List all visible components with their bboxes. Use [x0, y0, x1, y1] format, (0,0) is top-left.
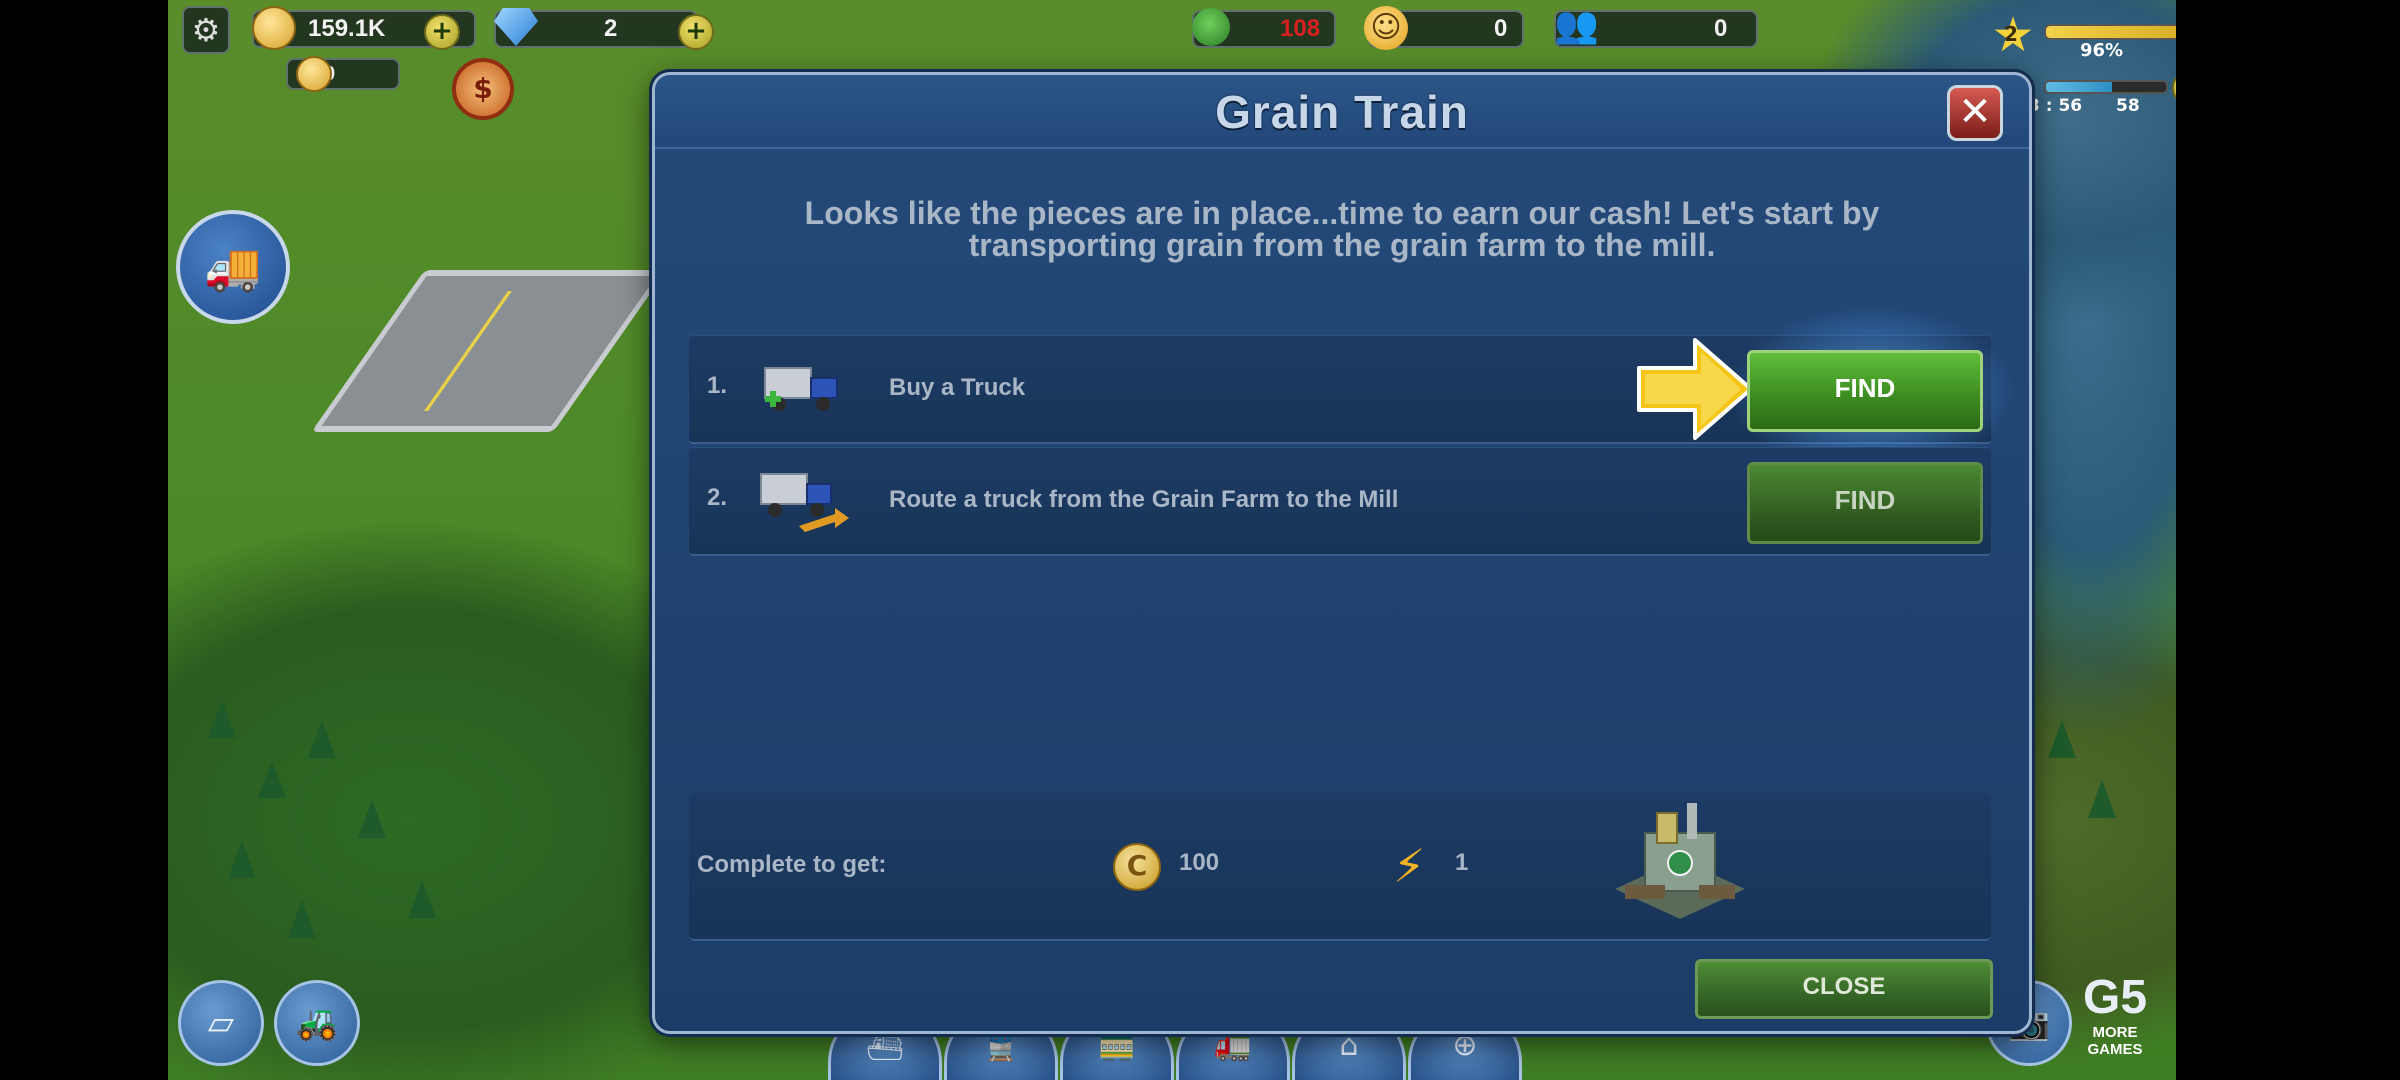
truck-plus-icon [764, 367, 838, 411]
xp-percent: 96% [2080, 40, 2124, 61]
energy-timer: 3 : 56 [2028, 96, 2083, 116]
task-row-1: 1. Buy a Truck FIND [689, 306, 2017, 476]
xp-bar [2044, 24, 2176, 40]
coin-stack-icon [296, 56, 332, 92]
reward-coins-value: 100 [1179, 849, 1220, 876]
tutorial-arrow-icon [1637, 338, 1753, 440]
tree [258, 760, 286, 798]
reward-energy-value: 1 [1455, 849, 1469, 876]
tree [288, 900, 316, 938]
smiley-face-icon: ☺ [1364, 6, 1408, 50]
quest-dialog: Grain Train ✕ Looks like the pieces are … [652, 72, 2032, 1034]
xp-bar-fill [2046, 26, 2176, 38]
energy-value: 58 [2116, 96, 2140, 116]
tree [408, 880, 436, 918]
population-value: 0 [1714, 15, 1728, 42]
level-number: 2 [2004, 22, 2018, 46]
tree [2088, 780, 2116, 818]
truck-route-icon [760, 473, 849, 532]
ecology-tree-icon [1192, 8, 1230, 46]
happiness-value: 0 [1494, 15, 1508, 42]
find-button-1[interactable]: FIND [1747, 350, 1983, 432]
road-build-button[interactable]: ▱ [178, 980, 264, 1066]
population-people-icon: 👥 [1554, 5, 1599, 46]
tree [208, 700, 236, 738]
reward-energy-icon: ⚡ [1393, 839, 1426, 893]
reward-coin-icon: C [1113, 843, 1161, 891]
close-button[interactable]: CLOSE [1695, 959, 1993, 1019]
dialog-title: Grain Train [1215, 86, 1469, 138]
truck-quest-button[interactable]: 🚚 [176, 210, 290, 324]
settings-gear-icon[interactable]: ⚙ [182, 6, 230, 54]
coins-value: 159.1K [308, 15, 386, 42]
add-gems-button[interactable]: + [678, 14, 714, 50]
reward-label: Complete to get: [697, 851, 887, 878]
energy-bar-fill [2046, 82, 2112, 92]
task-label: Route a truck from the Grain Farm to the… [889, 486, 1399, 513]
task-number: 2. [707, 484, 728, 511]
more-games-button[interactable]: G5 MORE GAMES [2070, 972, 2160, 1072]
tree [2048, 720, 2076, 758]
dialog-description: Looks like the pieces are in place...tim… [804, 195, 1880, 263]
task-number: 1. [707, 372, 728, 399]
ecology-value: 108 [1280, 15, 1321, 42]
g5-logo: G5 [2082, 971, 2148, 1024]
tree [358, 800, 386, 838]
gems-value: 2 [604, 15, 618, 42]
quest-medal-icon[interactable]: $ [452, 58, 514, 120]
energy-bar [2044, 80, 2168, 94]
road-tile [311, 270, 667, 432]
game-map[interactable]: ⚙ 159.1K + 0 2 + 108 0 ☺ 0 👥 ★ 2 96% ⚡ 3… [168, 0, 2176, 1080]
task-row-2: 2. Route a truck from the Grain Farm to … [689, 447, 1991, 556]
add-coins-button[interactable]: + [424, 14, 460, 50]
close-x-button[interactable]: ✕ [1947, 85, 2003, 141]
reward-panel: Complete to get: C 100 ⚡ 1 [689, 793, 1991, 941]
coins-icon [252, 6, 296, 50]
bulldozer-button[interactable]: 🚜 [274, 980, 360, 1066]
tree [228, 840, 256, 878]
task-label: Buy a Truck [889, 374, 1026, 401]
find-button-2[interactable]: FIND [1747, 462, 1983, 544]
more-games-label: MORE GAMES [2087, 1024, 2143, 1058]
dialog-header: Grain Train ✕ [655, 75, 2029, 149]
tree [308, 720, 336, 758]
add-energy-button[interactable]: + [2172, 70, 2176, 106]
mill-building-icon [1615, 803, 1745, 919]
